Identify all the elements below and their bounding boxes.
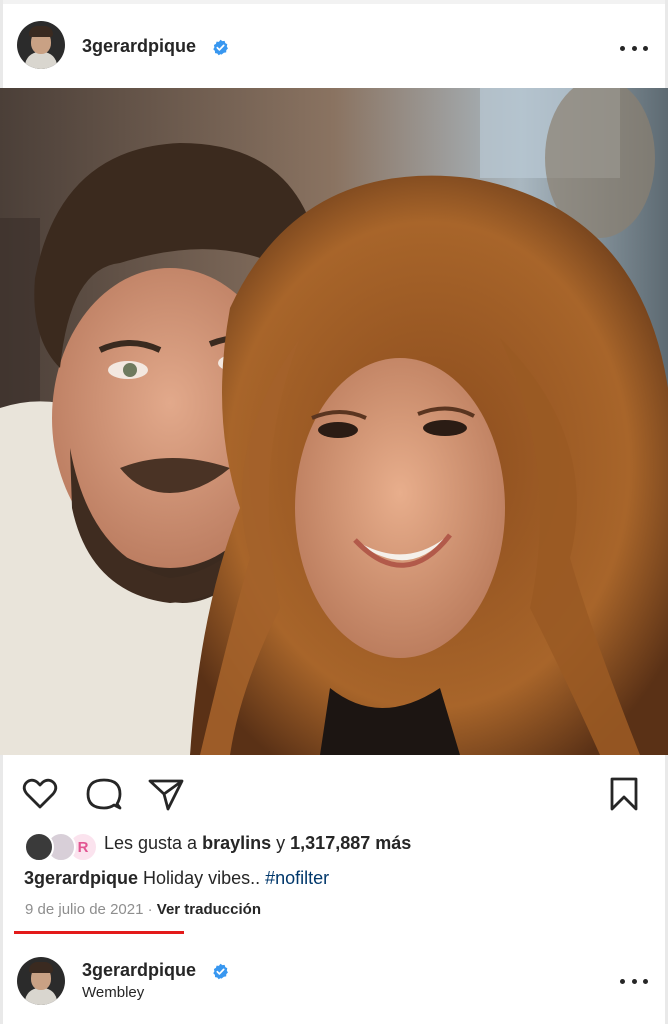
translate-link[interactable]: Ver traducción (157, 901, 261, 918)
save-button[interactable] (604, 774, 644, 814)
liker-avatar (24, 832, 54, 862)
post-date: 9 de julio de 2021 (25, 901, 144, 918)
more-options-icon[interactable] (620, 44, 648, 52)
send-icon (148, 779, 184, 811)
post-photo[interactable] (0, 88, 668, 755)
verified-badge-icon (213, 963, 228, 980)
like-button[interactable] (20, 774, 60, 814)
post-username[interactable]: 3gerardpique (82, 36, 196, 57)
likes-count[interactable]: 1,317,887 (290, 833, 370, 853)
next-post-location[interactable]: Wembley (82, 984, 144, 1001)
comment-button[interactable] (84, 774, 124, 814)
caption-username[interactable]: 3gerardpique (24, 868, 138, 888)
share-button[interactable] (146, 774, 186, 814)
likes-prefix: Les gusta a (104, 833, 198, 853)
likes-user[interactable]: braylins (202, 833, 271, 853)
avatar[interactable] (17, 21, 65, 69)
caption-text: Holiday vibes.. (143, 868, 261, 888)
likes-connector: y (276, 833, 286, 853)
comment-icon (86, 778, 122, 810)
likes-summary[interactable]: Les gusta a braylins y 1,317,887 más (104, 833, 411, 854)
heart-icon (22, 778, 58, 809)
next-post-avatar[interactable] (17, 957, 65, 1005)
liker-badge-letter: R (77, 838, 89, 856)
post-meta: 9 de julio de 2021 · Ver traducción (25, 901, 261, 918)
caption-hashtag[interactable]: #nofilter (265, 868, 329, 888)
red-underline-annotation (14, 931, 184, 934)
meta-separator: · (147, 901, 153, 918)
caption: 3gerardpique Holiday vibes.. #nofilter (24, 868, 329, 889)
bookmark-icon (610, 777, 638, 811)
selfie-photo (0, 88, 668, 755)
post-header: 3gerardpique (0, 4, 668, 88)
more-options-icon[interactable] (620, 977, 648, 985)
verified-badge-icon (213, 39, 228, 56)
likes-suffix[interactable]: más (375, 833, 411, 853)
next-post-username[interactable]: 3gerardpique (82, 960, 196, 981)
